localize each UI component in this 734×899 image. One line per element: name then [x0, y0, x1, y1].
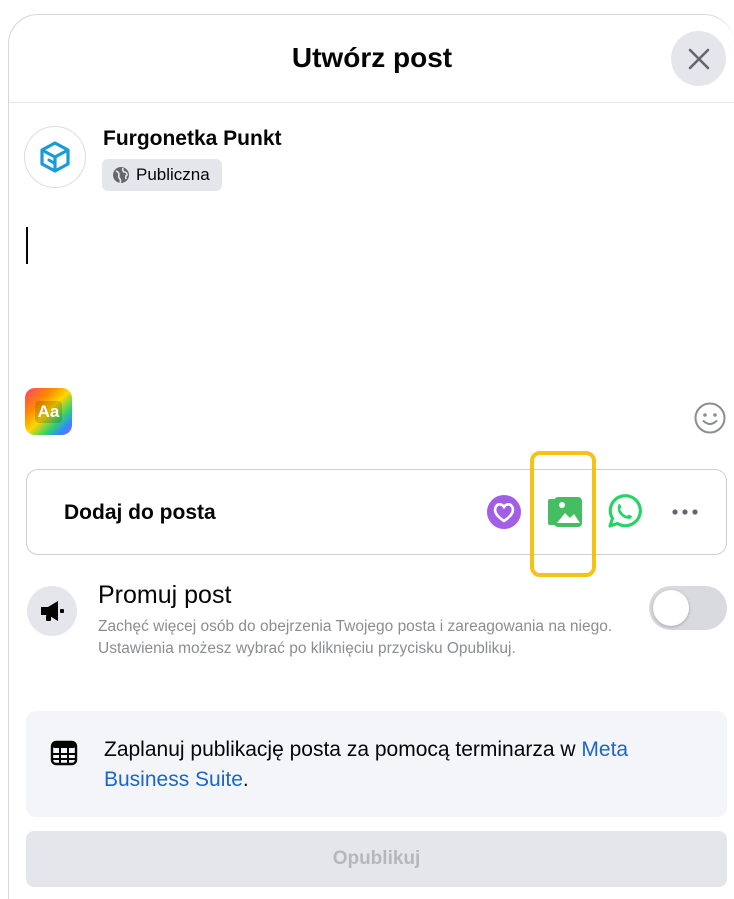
whatsapp-icon [608, 494, 642, 528]
schedule-info-box: Zaplanuj publikację posta za pomocą term… [26, 711, 727, 817]
schedule-text: Zaplanuj publikację posta za pomocą term… [104, 735, 704, 795]
add-to-post-label: Dodaj do posta [64, 501, 216, 524]
dialog-header: Utwórz post [9, 15, 734, 103]
close-button[interactable] [671, 31, 726, 86]
schedule-prefix: Zaplanuj publikację posta za pomocą term… [104, 738, 582, 761]
promote-icon-wrapper [27, 586, 77, 636]
avatar-heart-icon [487, 495, 521, 529]
post-text-input[interactable] [26, 227, 28, 264]
calendar-grid-icon [50, 740, 78, 766]
avatar-sticker-button[interactable] [482, 490, 526, 534]
promote-toggle[interactable] [649, 586, 727, 630]
more-options-button[interactable] [663, 490, 707, 534]
photo-button-highlight [530, 451, 596, 577]
promote-title: Promuj post [98, 581, 232, 609]
toggle-knob [653, 590, 689, 626]
box-logo-icon [40, 141, 70, 173]
create-post-dialog: Utwórz post Furgonetka Punkt Publiczna A… [8, 14, 734, 899]
text-background-button[interactable]: Aa [25, 388, 72, 435]
add-to-post-bar: Dodaj do posta [26, 469, 727, 555]
close-icon [688, 48, 709, 69]
more-icon [672, 509, 698, 515]
audience-label: Publiczna [136, 165, 210, 184]
whatsapp-button[interactable] [602, 490, 646, 534]
author-name: Furgonetka Punkt [103, 127, 282, 150]
schedule-suffix: . [242, 768, 249, 791]
aa-icon: Aa [34, 400, 63, 423]
smiley-icon [694, 402, 726, 434]
publish-button[interactable]: Opublikuj [26, 831, 727, 887]
globe-icon [113, 167, 129, 184]
promote-description: Zachęć więcej osób do obejrzenia Twojego… [98, 618, 613, 657]
emoji-button[interactable] [693, 401, 727, 435]
megaphone-icon [41, 601, 64, 621]
page-avatar [24, 126, 86, 188]
dialog-title: Utwórz post [291, 42, 453, 73]
audience-selector[interactable]: Publiczna [102, 159, 222, 191]
